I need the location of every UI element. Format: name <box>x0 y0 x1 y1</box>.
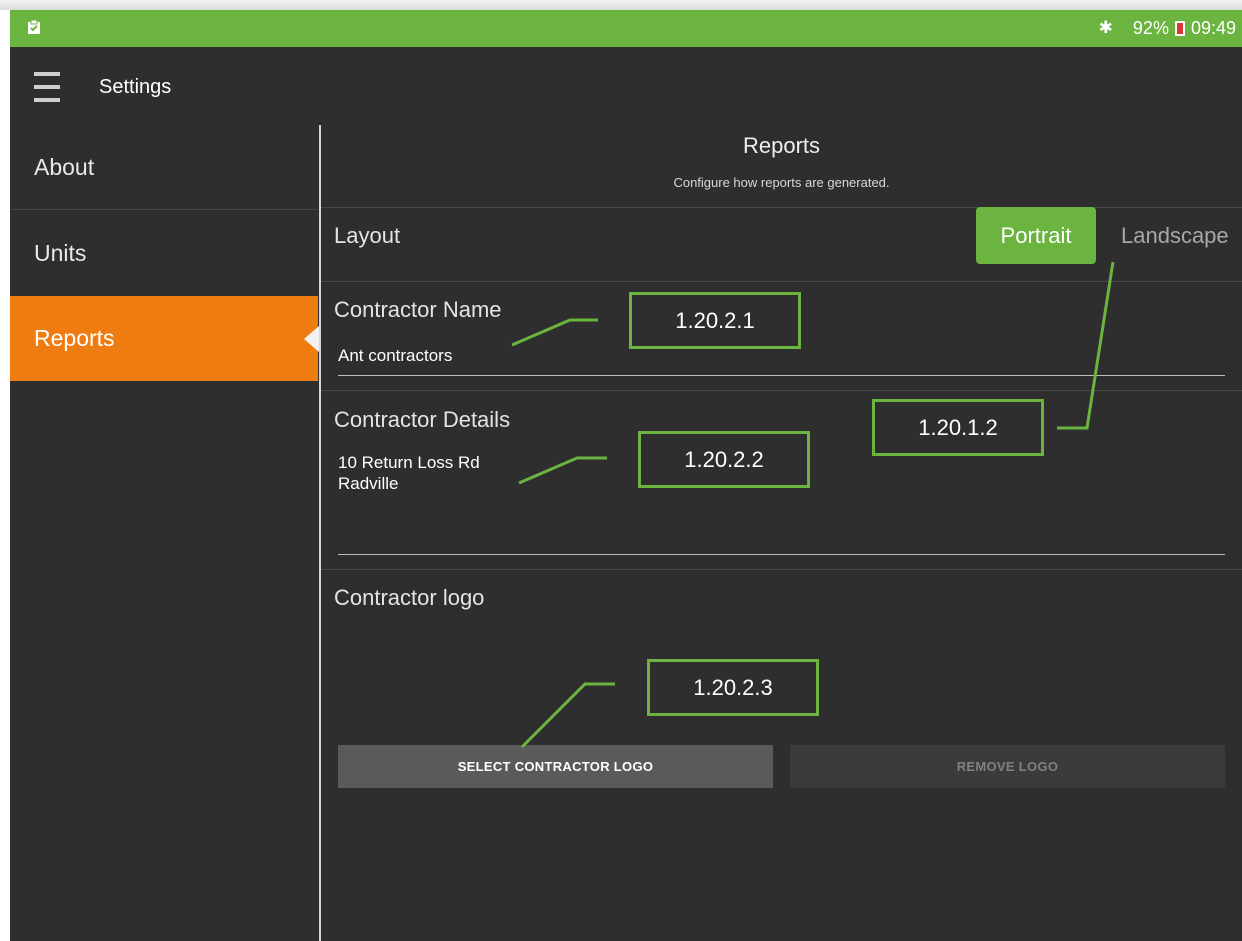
page-subtitle: Configure how reports are generated. <box>673 175 890 190</box>
sidebar: About Units Reports <box>10 125 319 941</box>
battery-icon <box>1174 20 1185 36</box>
remove-logo-button[interactable]: REMOVE LOGO <box>790 745 1225 788</box>
divider <box>321 207 1242 208</box>
sidebar-item-units[interactable]: Units <box>10 211 318 296</box>
page-title: Reports <box>742 133 821 158</box>
sidebar-item-label: Units <box>34 240 87 266</box>
battery-percent: 92% <box>1132 17 1169 38</box>
app-title: Settings <box>99 76 172 98</box>
contractor-details-field[interactable]: 10 Return Loss Rd Radville <box>338 452 480 494</box>
divider <box>321 281 1242 282</box>
bluetooth-icon: ✱ <box>1098 18 1113 37</box>
divider <box>321 390 1242 391</box>
sidebar-item-reports[interactable]: Reports <box>10 296 319 381</box>
status-bar: ✱ 92% 09:49 <box>10 10 1242 47</box>
landscape-toggle[interactable]: Landscape <box>1111 207 1242 264</box>
reports-panel: Reports Configure how reports are genera… <box>321 125 1242 941</box>
contractor-logo-label: Contractor logo <box>334 585 485 610</box>
tablet-screen: ✱ 92% 09:49 Settings About Units Reports… <box>10 10 1242 941</box>
sidebar-item-label: Reports <box>34 325 115 351</box>
annotation-label: 1.20.1.2 <box>872 399 1044 456</box>
annotation-label: 1.20.2.1 <box>629 292 801 349</box>
annotation-label: 1.20.2.2 <box>638 431 810 488</box>
contractor-details-label: Contractor Details <box>334 407 511 432</box>
contractor-name-field[interactable]: Ant contractors <box>338 345 452 366</box>
hamburger-menu-icon[interactable] <box>34 72 60 102</box>
divider <box>321 569 1242 570</box>
annotation-label: 1.20.2.3 <box>647 659 819 716</box>
sidebar-item-about[interactable]: About <box>10 125 318 210</box>
status-indicators: ✱ 92% 09:49 <box>1099 18 1236 38</box>
active-indicator-arrow-icon <box>304 326 319 352</box>
clock: 09:49 <box>1190 17 1236 38</box>
portrait-toggle[interactable]: Portrait <box>976 207 1096 264</box>
contractor-details-line: Radville <box>338 474 399 493</box>
layout-label: Layout <box>334 223 401 248</box>
sidebar-item-label: About <box>34 153 95 180</box>
app-bar: Settings <box>10 47 1242 125</box>
select-contractor-logo-button[interactable]: SELECT CONTRACTOR LOGO <box>338 745 773 788</box>
contractor-details-underline <box>338 554 1225 555</box>
contractor-name-underline <box>338 375 1225 376</box>
window-top-strip <box>0 0 1242 10</box>
clipboard-icon <box>28 19 40 34</box>
contractor-details-line: 10 Return Loss Rd <box>338 453 480 472</box>
contractor-name-label: Contractor Name <box>334 297 502 322</box>
